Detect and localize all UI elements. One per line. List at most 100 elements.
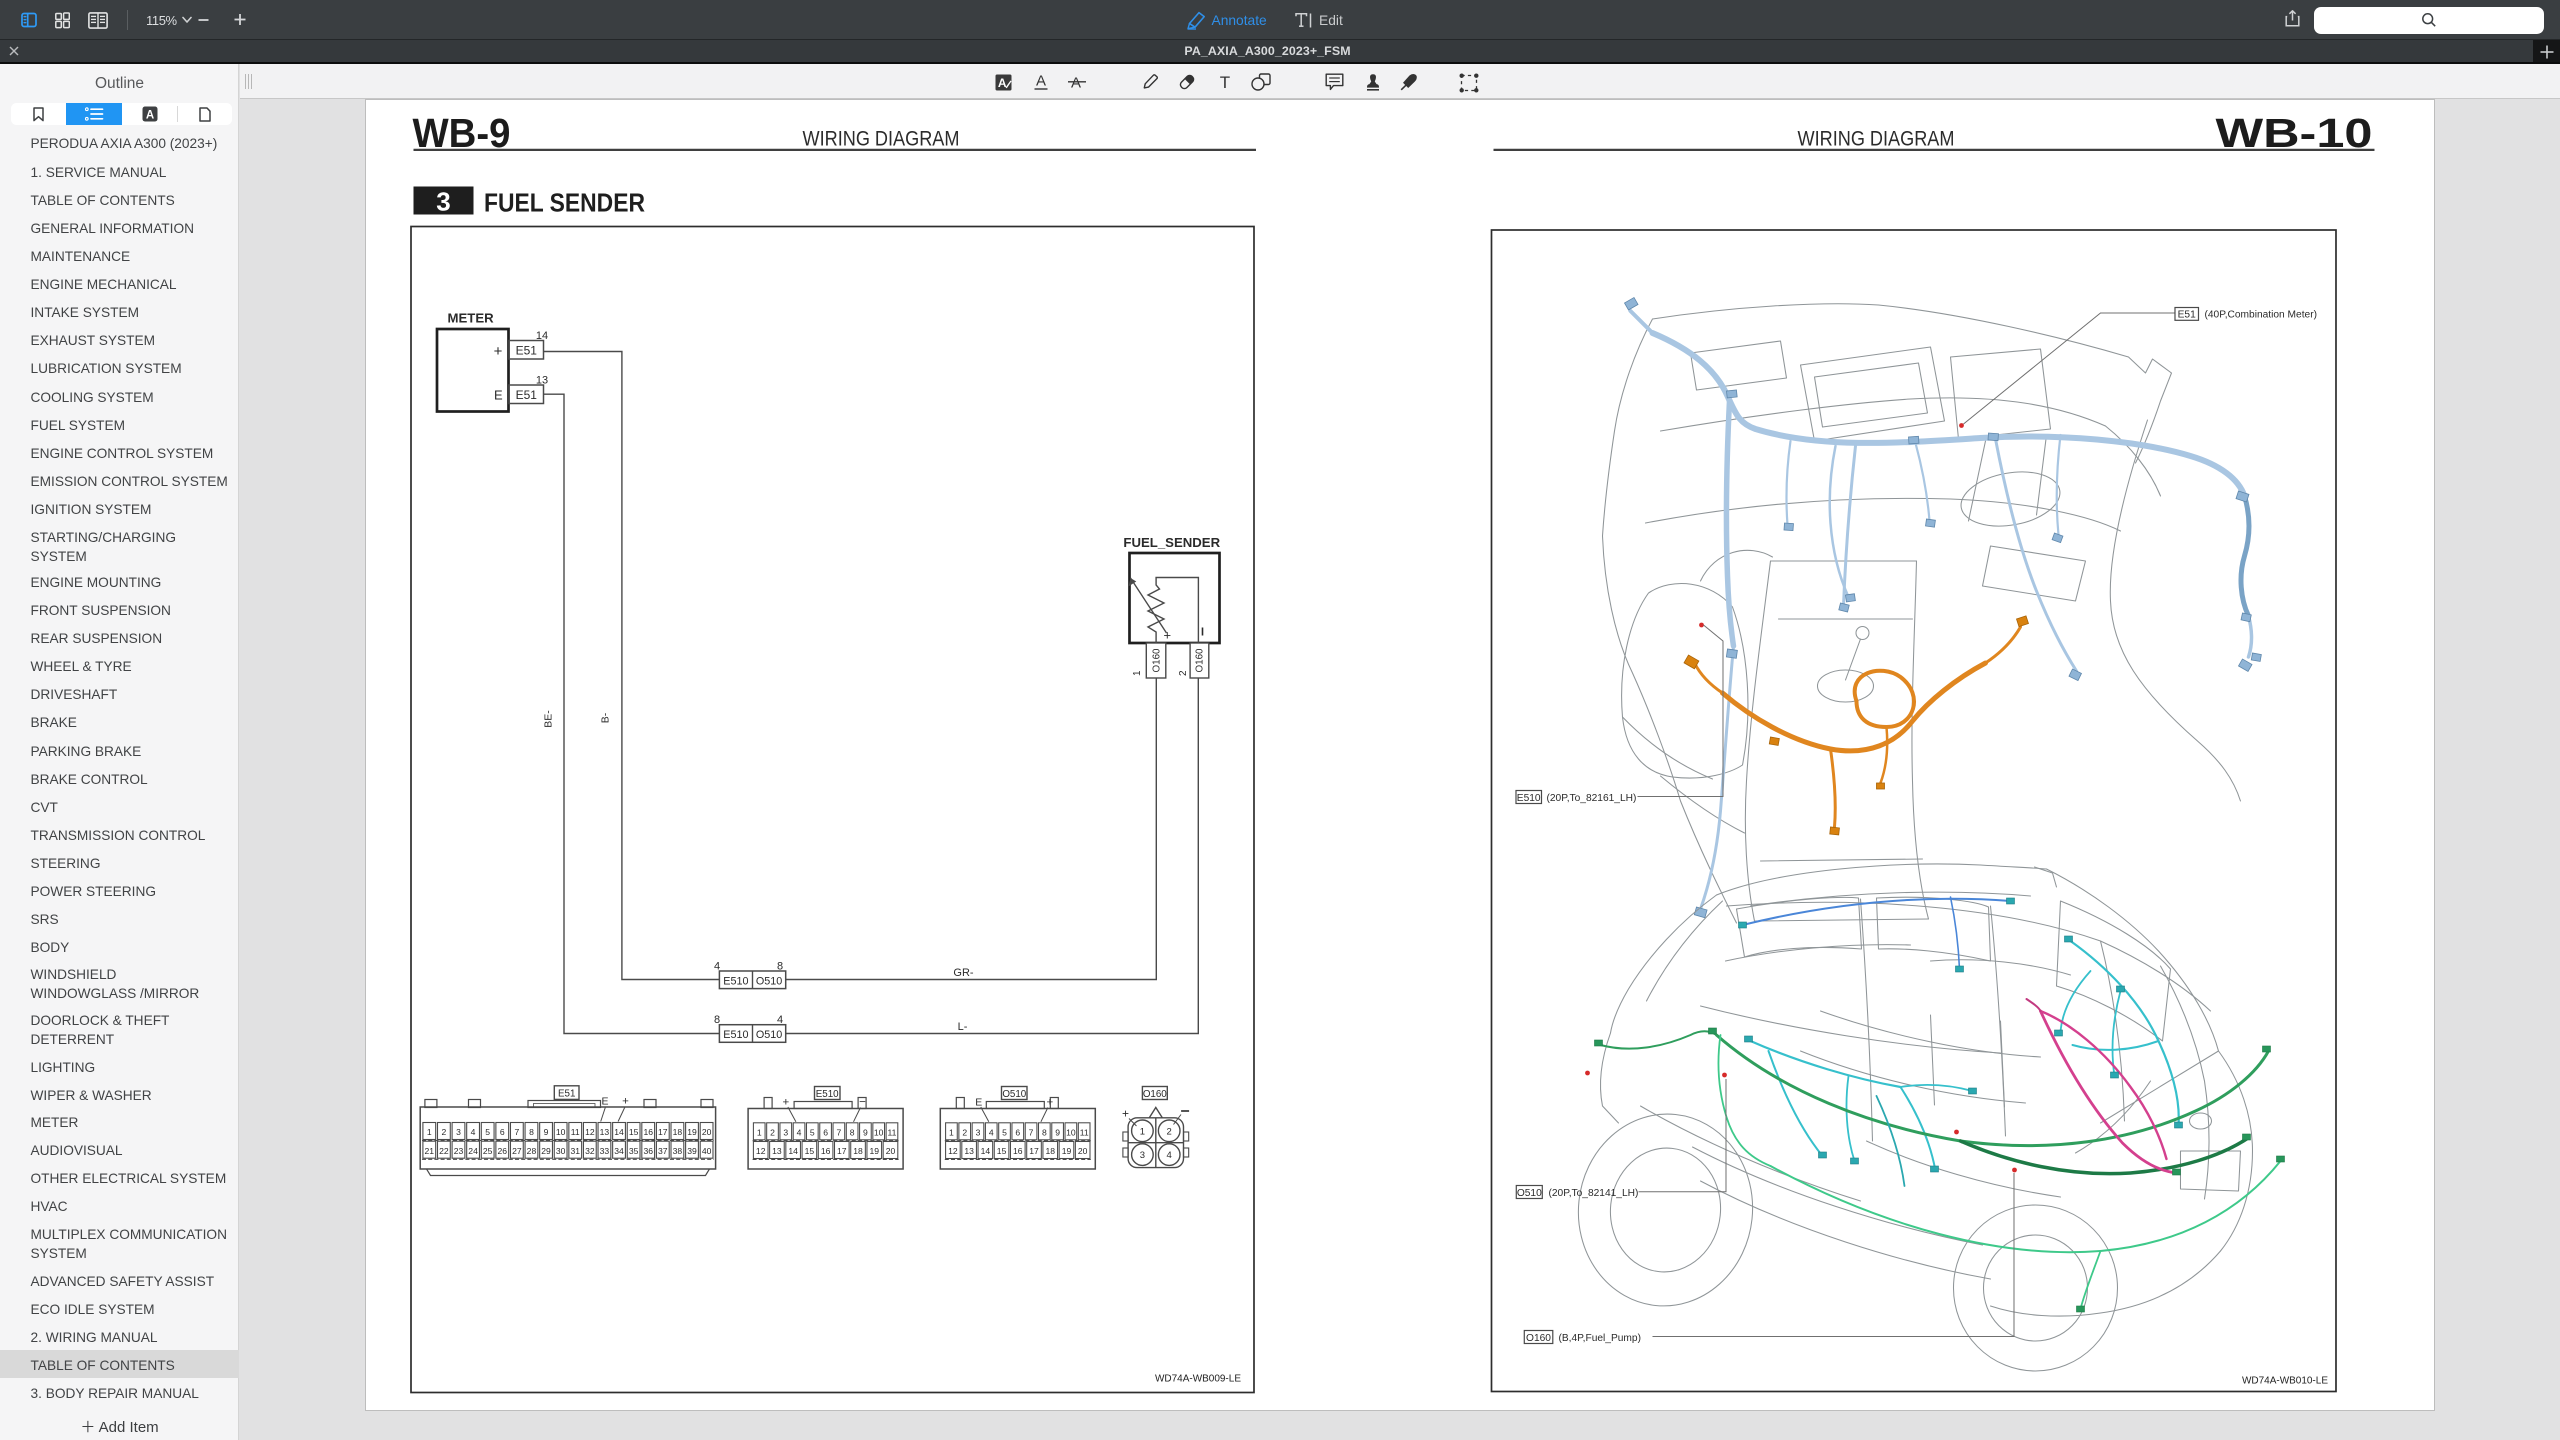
svg-text:7: 7 [514,1126,519,1136]
svg-text:17: 17 [1029,1146,1039,1156]
svg-text:25: 25 [482,1145,492,1155]
svg-text:METER: METER [447,310,494,325]
svg-text:18: 18 [1045,1146,1055,1156]
svg-text:10: 10 [1066,1127,1076,1137]
svg-text:A: A [1036,73,1046,90]
svg-text:11: 11 [570,1126,579,1136]
svg-text:14: 14 [614,1126,624,1136]
svg-text:(20P,To_82141_LH): (20P,To_82141_LH) [1548,1187,1638,1198]
svg-text:A: A [145,109,153,121]
svg-text:E: E [601,1096,608,1107]
svg-text:5: 5 [485,1126,490,1136]
svg-text:9: 9 [863,1127,868,1137]
svg-text:14: 14 [535,330,547,342]
svg-text:19: 19 [687,1126,697,1136]
svg-text:BE-: BE- [543,709,554,727]
svg-text:O160: O160 [1142,1088,1166,1099]
svg-text:9: 9 [1055,1127,1060,1137]
svg-text:15: 15 [996,1146,1006,1156]
svg-text:8: 8 [713,1013,719,1025]
svg-text:34: 34 [614,1145,624,1155]
svg-text:6: 6 [1015,1127,1020,1137]
svg-text:18: 18 [672,1126,682,1136]
svg-text:B-: B- [600,712,611,723]
svg-text:14: 14 [980,1146,990,1156]
svg-text:O160: O160 [1194,647,1205,671]
svg-text:12: 12 [585,1126,595,1136]
svg-text:1: 1 [1139,1126,1144,1137]
svg-text:8: 8 [849,1127,854,1137]
svg-text:7: 7 [1028,1127,1033,1137]
svg-text:30: 30 [555,1145,565,1155]
svg-text:20: 20 [701,1126,711,1136]
svg-text:37: 37 [658,1145,668,1155]
svg-text:WIRING DIAGRAM: WIRING DIAGRAM [1797,127,1954,150]
svg-text:2: 2 [441,1126,446,1136]
svg-text:17: 17 [837,1146,847,1156]
svg-text:3: 3 [456,1126,461,1136]
svg-text:4: 4 [776,1013,782,1025]
svg-text:GR-: GR- [953,967,973,979]
svg-text:12: 12 [755,1146,765,1156]
svg-text:1: 1 [756,1127,761,1137]
svg-text:12: 12 [948,1146,958,1156]
svg-text:2: 2 [962,1127,967,1137]
svg-text:9: 9 [543,1126,548,1136]
svg-text:O160: O160 [1526,1332,1551,1343]
svg-text:40: 40 [701,1145,711,1155]
svg-text:E: E [493,387,502,402]
svg-text:35: 35 [628,1145,638,1155]
svg-text:39: 39 [687,1145,697,1155]
svg-text:E51: E51 [2177,309,2195,320]
svg-text:E: E [975,1097,982,1108]
svg-text:A: A [1070,75,1080,92]
svg-text:31: 31 [570,1145,580,1155]
svg-text:O510: O510 [1516,1187,1541,1198]
svg-text:15: 15 [628,1126,638,1136]
svg-text:+: + [1121,1106,1128,1120]
svg-text:16: 16 [820,1146,830,1156]
svg-text:17: 17 [658,1126,668,1136]
svg-text:16: 16 [1013,1146,1023,1156]
svg-text:10: 10 [555,1126,565,1136]
svg-text:8: 8 [1041,1127,1046,1137]
svg-text:14: 14 [788,1146,798,1156]
svg-text:+: + [782,1096,789,1108]
svg-text:4: 4 [470,1126,475,1136]
svg-text:21: 21 [424,1145,434,1155]
svg-text:+: + [622,1095,629,1107]
svg-text:A: A [998,75,1007,89]
svg-text:6: 6 [499,1126,504,1136]
svg-text:26: 26 [497,1145,507,1155]
svg-text:3: 3 [436,186,450,216]
svg-text:2: 2 [770,1127,775,1137]
svg-text:7: 7 [836,1127,841,1137]
svg-text:13: 13 [599,1126,609,1136]
svg-text:+: + [493,343,502,360]
svg-text:E51: E51 [515,343,537,357]
svg-text:8: 8 [529,1126,534,1136]
svg-text:38: 38 [672,1145,682,1155]
svg-text:15: 15 [804,1146,814,1156]
svg-text:10: 10 [873,1127,883,1137]
svg-text:11: 11 [1079,1127,1088,1137]
svg-text:WIRING DIAGRAM: WIRING DIAGRAM [802,127,959,150]
svg-text:5: 5 [809,1127,814,1137]
svg-text:1: 1 [426,1126,431,1136]
svg-text:6: 6 [823,1127,828,1137]
svg-text:27: 27 [512,1145,522,1155]
svg-text:E510: E510 [723,975,748,987]
svg-text:28: 28 [526,1145,536,1155]
svg-text:8: 8 [776,960,782,972]
svg-text:(20P,To_82161_LH): (20P,To_82161_LH) [1546,792,1636,803]
svg-text:E51: E51 [515,388,537,402]
svg-text:4: 4 [796,1127,801,1137]
svg-text:22: 22 [439,1145,449,1155]
svg-text:29: 29 [541,1145,551,1155]
svg-text:36: 36 [643,1145,653,1155]
svg-text:O510: O510 [1002,1088,1026,1099]
svg-text:−: − [859,1096,866,1108]
svg-text:1: 1 [949,1127,954,1137]
svg-text:(40P,Combination Meter): (40P,Combination Meter) [2204,309,2317,320]
svg-text:4: 4 [988,1127,993,1137]
